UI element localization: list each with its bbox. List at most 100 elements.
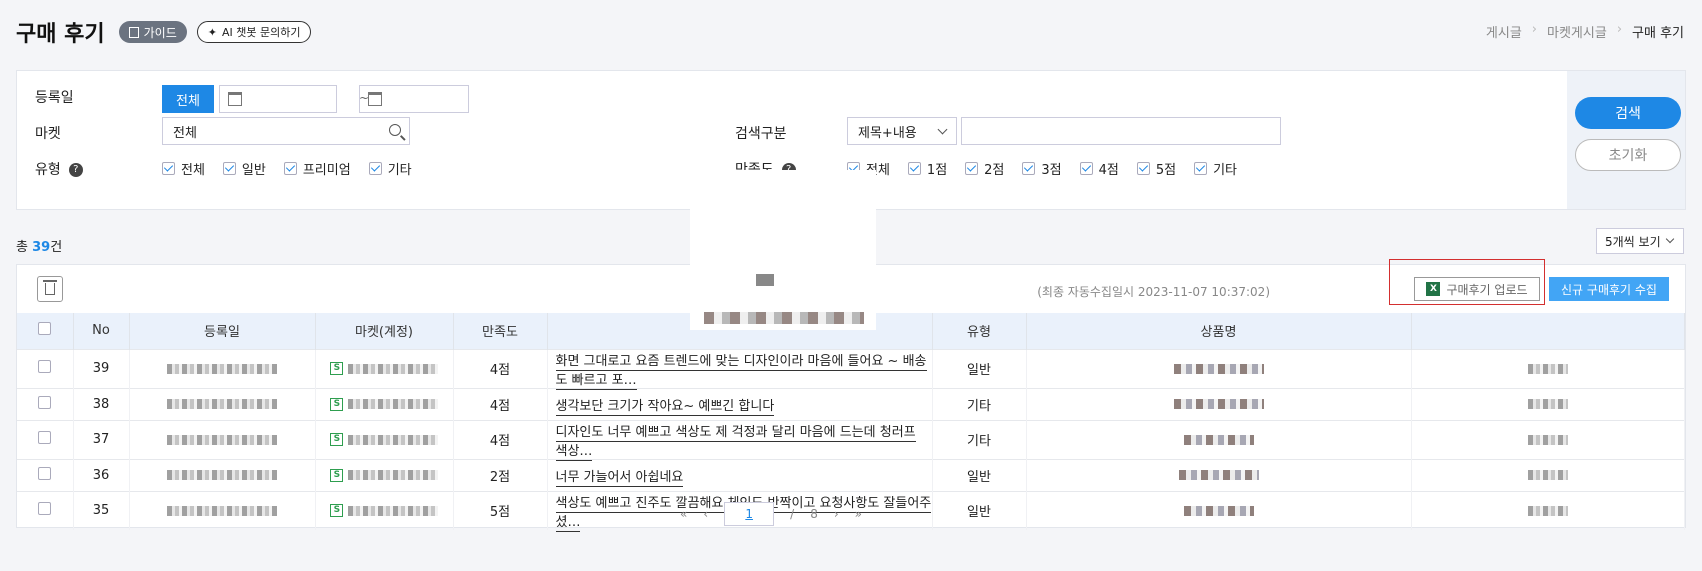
search-type-value: 제목+내용 (858, 125, 917, 141)
row-title-link[interactable]: 너무 가늘어서 아쉽네요 (555, 469, 684, 487)
row-date-redacted (129, 419, 316, 459)
select-all-checkbox[interactable] (38, 322, 52, 336)
checkbox[interactable] (222, 162, 236, 175)
type-checkbox-etc[interactable]: 기타 (368, 159, 412, 178)
guide-button[interactable]: 가이드 (118, 21, 187, 43)
rating-checkbox-3[interactable]: 3점 (1022, 159, 1062, 178)
row-checkbox[interactable] (38, 431, 52, 444)
checkbox[interactable] (1136, 162, 1150, 175)
end-date-input[interactable] (359, 85, 469, 113)
row-title-link[interactable]: 생각보단 크기가 작아요~ 예쁘긴 합니다 (555, 398, 775, 416)
checkbox[interactable] (1194, 162, 1208, 175)
checkbox[interactable] (907, 162, 921, 175)
redacted-date (167, 363, 277, 374)
date-all-button[interactable]: 전체 (162, 85, 214, 113)
col-no[interactable]: No (73, 313, 130, 349)
col-market[interactable]: 마켓(계정) (315, 313, 454, 349)
smartstore-icon: S (330, 468, 344, 482)
table-row[interactable]: 37 S 4점 디자인도 너무 예쁘고 색상도 제 걱정과 달리 마음에 드는데… (17, 419, 1685, 461)
redacted-product (1178, 470, 1259, 480)
col-type[interactable]: 유형 (932, 313, 1027, 349)
per-page-value: 5개씩 보기 (1605, 234, 1661, 249)
ai-chatbot-button[interactable]: ✦ AI 챗봇 문의하기 (196, 21, 312, 43)
row-checkbox[interactable] (38, 502, 52, 515)
date-label: 등록일 (35, 90, 74, 106)
row-no: 36 (73, 458, 130, 491)
redacted-extra (1527, 470, 1568, 480)
breadcrumb-item[interactable]: 게시글 (1486, 22, 1522, 41)
checkbox[interactable] (1079, 162, 1093, 175)
next-page-button[interactable]: › (834, 507, 839, 521)
review-table: No 등록일 마켓(계정) 만족도 유형 상품명 39 S 4점 화면 그대로고… (17, 313, 1685, 532)
col-extra[interactable] (1411, 313, 1685, 349)
row-type: 일반 (932, 458, 1027, 491)
row-checkbox[interactable] (38, 360, 52, 373)
table-row[interactable]: 36 S 2점 너무 가늘어서 아쉽네요 일반 (17, 458, 1685, 491)
checkbox[interactable] (162, 162, 175, 175)
row-checkbox[interactable] (38, 466, 52, 480)
checkbox[interactable] (1022, 162, 1036, 175)
search-type-select[interactable]: 제목+내용 (847, 117, 957, 145)
rating-checkbox-etc[interactable]: 기타 (1194, 159, 1237, 178)
type-checkbox-all[interactable]: 전체 (162, 159, 205, 178)
help-icon[interactable]: ? (68, 163, 83, 177)
redacted-date (167, 434, 277, 445)
row-title-link[interactable]: 디자인도 너무 예쁘고 색상도 제 걱정과 달리 마음에 드는데 청러프 색상… (555, 424, 916, 461)
checkbox[interactable] (965, 162, 979, 175)
rating-checkbox-1[interactable]: 1점 (907, 159, 947, 178)
search-keyword-input[interactable] (961, 117, 1281, 145)
rating-checkbox-5[interactable]: 5점 (1136, 159, 1176, 178)
row-rating: 4점 (453, 419, 548, 459)
row-checkbox[interactable] (38, 395, 52, 409)
reset-button[interactable]: 초기화 (1575, 139, 1681, 171)
row-title: 생각보단 크기가 작아요~ 예쁘긴 합니다 (547, 387, 933, 420)
first-page-button[interactable]: « (680, 507, 687, 521)
row-date-redacted (129, 348, 316, 388)
total-suffix: 건 (50, 240, 63, 255)
collect-new-reviews-button[interactable]: 신규 구매후기 수집 (1549, 277, 1669, 301)
row-date-redacted (129, 387, 316, 420)
table-row[interactable]: 39 S 4점 화면 그대로고 요즘 트렌드에 맞는 디자인이라 마음에 들어요… (17, 348, 1685, 390)
redacted-market (347, 399, 438, 409)
breadcrumb-item[interactable]: 마켓게시글 (1547, 22, 1607, 41)
type-checkbox-premium[interactable]: 프리미엄 (283, 159, 351, 178)
current-page-input[interactable]: 1 (724, 502, 775, 526)
row-market: S (315, 387, 454, 420)
trash-icon[interactable] (37, 276, 63, 302)
col-product[interactable]: 상품명 (1026, 313, 1412, 349)
prev-page-button[interactable]: ‹ (703, 507, 708, 521)
col-date[interactable]: 등록일 (129, 313, 316, 349)
total-number: 39 (32, 240, 51, 255)
row-product-redacted (1026, 458, 1412, 491)
row-no: 38 (73, 387, 130, 420)
select-all-cell (17, 313, 74, 349)
redacted-market (347, 470, 438, 480)
search-icon[interactable] (389, 124, 401, 136)
calendar-icon (368, 92, 382, 106)
search-button[interactable]: 검색 (1575, 97, 1681, 129)
redacted-market (347, 434, 438, 445)
checkbox[interactable] (368, 162, 382, 175)
row-title: 너무 가늘어서 아쉽네요 (547, 458, 933, 491)
checkbox[interactable] (283, 162, 297, 175)
pagination: « ‹ 1 / 8 › » (680, 502, 862, 526)
chevron-down-icon (1665, 234, 1675, 244)
col-rating[interactable]: 만족도 (453, 313, 548, 349)
row-product-redacted (1026, 348, 1412, 388)
start-date-input[interactable] (219, 85, 337, 113)
row-title: 디자인도 너무 예쁘고 색상도 제 걱정과 달리 마음에 드는데 청러프 색상… (547, 419, 933, 461)
total-prefix: 총 (16, 240, 33, 255)
rating-checkbox-4[interactable]: 4점 (1079, 159, 1119, 178)
row-no: 35 (73, 490, 130, 530)
redacted-extra (1527, 363, 1568, 374)
per-page-select[interactable]: 5개씩 보기 (1596, 228, 1684, 254)
row-title-link[interactable]: 화면 그대로고 요즘 트렌드에 맞는 디자인이라 마음에 들어요 ~ 배송도 빠… (555, 353, 927, 390)
last-page-button[interactable]: » (855, 507, 862, 521)
rating-checkbox-2[interactable]: 2점 (965, 159, 1004, 178)
total-count: 총 39건 (16, 236, 62, 255)
highlight-box (1389, 259, 1545, 305)
market-select[interactable]: 전체 (162, 117, 410, 145)
checkbox-label: 기타 (387, 163, 412, 178)
type-checkbox-normal[interactable]: 일반 (222, 159, 266, 178)
table-row[interactable]: 38 S 4점 생각보단 크기가 작아요~ 예쁘긴 합니다 기타 (17, 387, 1685, 420)
